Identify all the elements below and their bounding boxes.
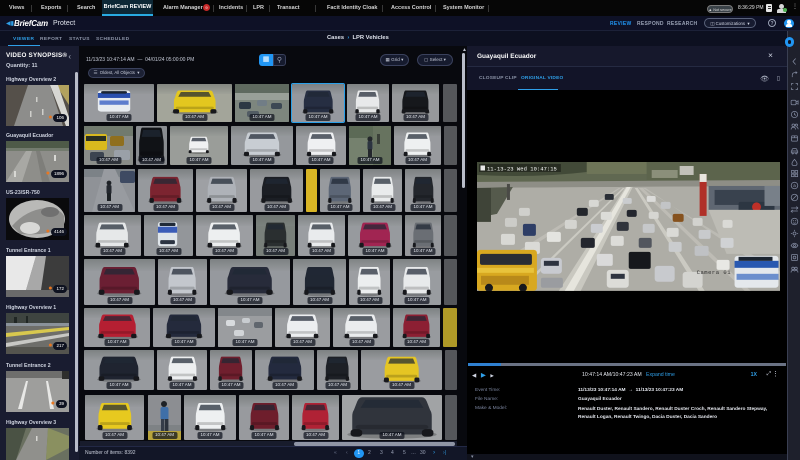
- svg-text:11-13-23 Wed 10:47:15: 11-13-23 Wed 10:47:15: [487, 165, 557, 172]
- svg-text:Camera 01: Camera 01: [697, 269, 732, 276]
- svg-text:a: a: [793, 183, 796, 188]
